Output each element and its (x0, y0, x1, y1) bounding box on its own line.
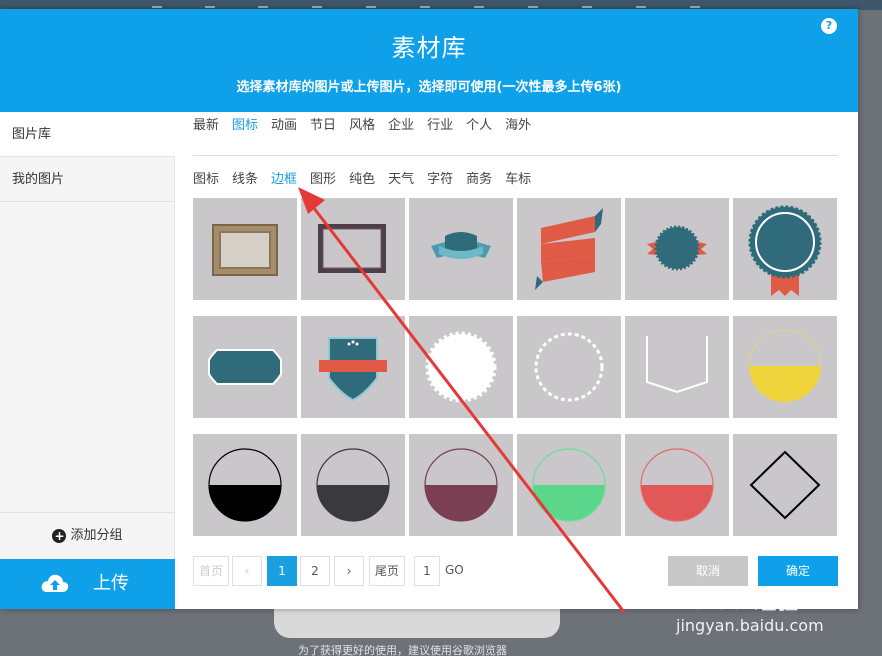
tab-newest[interactable]: 最新 (193, 114, 219, 133)
thumbnail-teal-ribbon-badge[interactable] (409, 198, 513, 300)
sidebar-item-my-images[interactable]: 我的图片 (0, 157, 174, 202)
subtab-car-logos[interactable]: 车标 (505, 168, 531, 187)
page-2-button[interactable]: 2 (300, 556, 330, 586)
text-icon[interactable] (205, 0, 215, 8)
thumbnail-dark-photo-frame[interactable] (301, 198, 405, 300)
tab-industry[interactable]: 行业 (427, 114, 453, 133)
plus-circle-icon: + (52, 529, 67, 543)
upload-button[interactable]: 上传 (0, 559, 175, 609)
prev-page-button[interactable]: ‹ (232, 556, 262, 586)
watermark-logo: Baidu 经验 (676, 590, 799, 615)
thumbnail-pocket-outline[interactable] (625, 316, 729, 418)
last-page-button[interactable]: 尾页 (369, 556, 405, 586)
cloud-upload-icon (41, 574, 69, 592)
subtab-weather[interactable]: 天气 (388, 168, 414, 187)
dialog-header: 素材库 选择素材库的图片或上传图片，选择即可使用(一次性最多上传6张) ? (0, 9, 858, 112)
thumbnail-rosette-award[interactable] (733, 198, 837, 300)
tab-personal[interactable]: 个人 (466, 114, 492, 133)
tab-festival[interactable]: 节日 (310, 114, 336, 133)
tab-enterprise[interactable]: 企业 (388, 114, 414, 133)
add-group-button[interactable]: + 添加分组 (0, 512, 175, 558)
browser-hint: 为了获得更好的使用，建议使用谷歌浏览器 (298, 644, 507, 656)
thumbnail-teal-label-frame[interactable] (193, 316, 297, 418)
subtab-solid[interactable]: 纯色 (349, 168, 375, 187)
thumbnail-teal-seal-ribbon[interactable] (625, 198, 729, 300)
thumbnail-yellow-half-circle[interactable] (733, 316, 837, 418)
subtab-icons[interactable]: 图标 (193, 168, 219, 187)
background-panel (274, 606, 560, 638)
refresh-icon[interactable] (582, 0, 592, 8)
thumbnail-black-half-circle[interactable] (193, 434, 297, 536)
upload-label: 上传 (93, 573, 129, 594)
category-tabs: 最新 图标 动画 节日 风格 企业 行业 个人 海外 (193, 114, 544, 152)
tab-animation[interactable]: 动画 (271, 114, 297, 133)
subtab-business[interactable]: 商务 (466, 168, 492, 187)
thumbnail-white-seal-solid[interactable] (409, 316, 513, 418)
list-icon[interactable] (636, 0, 646, 8)
tab-icons[interactable]: 图标 (232, 114, 258, 133)
go-button[interactable]: GO (445, 556, 464, 584)
image-icon[interactable] (420, 0, 430, 8)
thumbnail-red-half-circle[interactable] (625, 434, 729, 536)
thumbnail-maroon-half-circle[interactable] (409, 434, 513, 536)
tab-overseas[interactable]: 海外 (505, 114, 531, 133)
thumbnail-gold-photo-frame[interactable] (193, 198, 297, 300)
subtab-borders[interactable]: 边框 (271, 168, 297, 187)
subtab-lines[interactable]: 线条 (232, 168, 258, 187)
next-page-button[interactable]: › (334, 556, 364, 586)
thumbnail-darkgray-half-circle[interactable] (301, 434, 405, 536)
grid-icon[interactable] (258, 0, 268, 8)
thumbnail-green-half-circle[interactable] (517, 434, 621, 536)
dialog-title: 素材库 (391, 34, 467, 62)
tab-divider (193, 155, 838, 156)
goto-page-input[interactable]: 1 (414, 556, 440, 586)
pen-icon[interactable] (152, 0, 162, 8)
settings-icon[interactable] (690, 0, 700, 8)
watermark-url: jingyan.baidu.com (676, 616, 824, 635)
thumbnail-red-ribbon-banner[interactable] (517, 198, 621, 300)
music-icon[interactable] (312, 0, 322, 8)
subcategory-tabs: 图标 线条 边框 图形 纯色 天气 字符 商务 车标 (193, 168, 544, 187)
sidebar: 图片库 我的图片 + 添加分组 上传 (0, 112, 175, 609)
copy-icon[interactable] (528, 0, 538, 8)
confirm-button[interactable]: 确定 (758, 556, 838, 586)
sidebar-item-image-library[interactable]: 图片库 (0, 112, 175, 157)
thumbnail-diamond-outline[interactable] (733, 434, 837, 536)
help-icon[interactable]: ? (821, 18, 837, 34)
thumbnail-white-seal-outline[interactable] (517, 316, 621, 418)
add-group-label: 添加分组 (70, 528, 123, 543)
stamp-icon[interactable] (474, 0, 484, 8)
page-1-button[interactable]: 1 (267, 556, 297, 586)
subtab-shapes[interactable]: 图形 (310, 168, 336, 187)
dialog-subtitle: 选择素材库的图片或上传图片，选择即可使用(一次性最多上传6张) (236, 80, 622, 95)
material-library-dialog: 素材库 选择素材库的图片或上传图片，选择即可使用(一次性最多上传6张) ? 图片… (0, 9, 858, 609)
thumbnail-shield-banner[interactable] (301, 316, 405, 418)
tab-style[interactable]: 风格 (349, 114, 375, 133)
cancel-button[interactable]: 取消 (668, 556, 748, 586)
subtab-characters[interactable]: 字符 (427, 168, 453, 187)
video-icon[interactable] (366, 0, 376, 8)
first-page-button[interactable]: 首页 (193, 556, 229, 586)
